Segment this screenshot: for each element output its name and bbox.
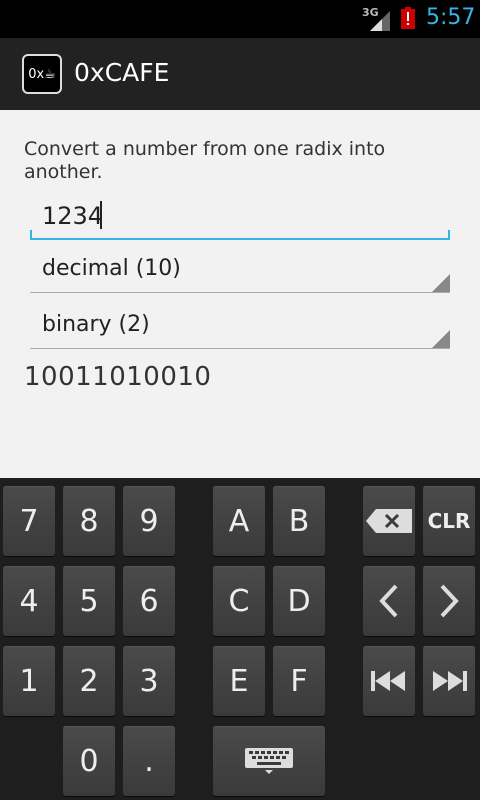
description-text: Convert a number from one radix into ano… xyxy=(24,138,386,183)
radix-keypad: 7 8 9 A B CLR 4 5 6 C D 1 2 3 E F 0 . xyxy=(0,478,480,800)
chevron-left-icon xyxy=(379,584,398,618)
from-radix-value: decimal (10) xyxy=(42,256,181,281)
from-radix-spinner[interactable]: decimal (10) xyxy=(30,250,450,293)
key-dot[interactable]: . xyxy=(123,726,175,796)
cursor-end-key[interactable] xyxy=(423,646,475,716)
key-3[interactable]: 3 xyxy=(123,646,175,716)
key-d[interactable]: D xyxy=(273,566,325,636)
clear-key[interactable]: CLR xyxy=(423,486,475,556)
key-6[interactable]: 6 xyxy=(123,566,175,636)
chevron-right-icon xyxy=(440,584,459,618)
cursor-left-key[interactable] xyxy=(363,566,415,636)
number-input[interactable]: 1234 xyxy=(30,198,450,240)
spinner-arrow-icon xyxy=(432,274,450,292)
backspace-icon xyxy=(366,509,412,533)
key-2[interactable]: 2 xyxy=(63,646,115,716)
key-e[interactable]: E xyxy=(213,646,265,716)
converter-panel: Convert a number from one radix into ano… xyxy=(0,110,480,478)
keyboard-icon xyxy=(245,748,293,774)
signal-icon xyxy=(370,11,390,31)
conversion-result: 10011010010 xyxy=(24,362,212,392)
key-1[interactable]: 1 xyxy=(3,646,55,716)
spinner-arrow-icon xyxy=(432,330,450,348)
key-b[interactable]: B xyxy=(273,486,325,556)
system-keyboard-key[interactable] xyxy=(213,726,325,796)
backspace-key[interactable] xyxy=(363,486,415,556)
skip-to-start-icon xyxy=(371,671,405,691)
app-logo-label: 0x☕ xyxy=(28,66,56,82)
skip-to-end-icon xyxy=(433,671,467,691)
to-radix-spinner[interactable]: binary (2) xyxy=(30,306,450,349)
key-5[interactable]: 5 xyxy=(63,566,115,636)
to-radix-value: binary (2) xyxy=(42,312,150,337)
app-logo-icon[interactable]: 0x☕ xyxy=(22,54,62,94)
status-bar: 3G 5:57 xyxy=(0,0,480,38)
cursor-home-key[interactable] xyxy=(363,646,415,716)
key-f[interactable]: F xyxy=(273,646,325,716)
number-input-value: 1234 xyxy=(42,202,104,230)
battery-alert-icon xyxy=(401,7,415,29)
action-bar: 0x☕ 0xCAFE xyxy=(0,38,480,112)
key-8[interactable]: 8 xyxy=(63,486,115,556)
key-0[interactable]: 0 xyxy=(63,726,115,796)
key-a[interactable]: A xyxy=(213,486,265,556)
key-7[interactable]: 7 xyxy=(3,486,55,556)
key-c[interactable]: C xyxy=(213,566,265,636)
text-caret xyxy=(100,201,102,229)
cursor-right-key[interactable] xyxy=(423,566,475,636)
key-9[interactable]: 9 xyxy=(123,486,175,556)
key-4[interactable]: 4 xyxy=(3,566,55,636)
clock: 5:57 xyxy=(426,5,476,30)
app-title: 0xCAFE xyxy=(74,58,170,87)
